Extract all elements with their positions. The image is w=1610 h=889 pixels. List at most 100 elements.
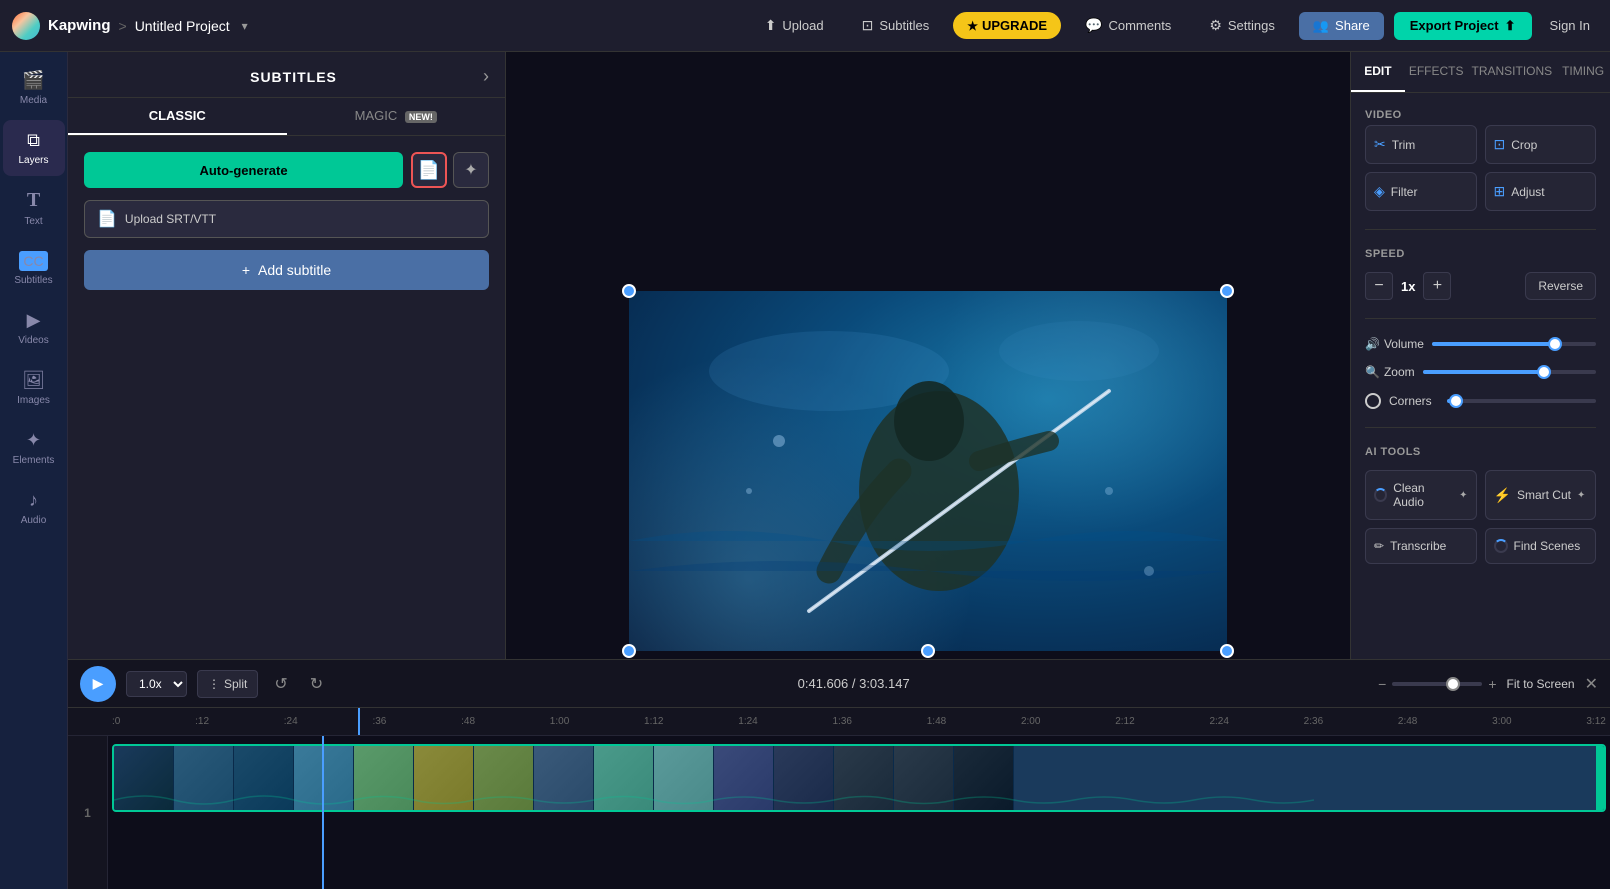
tab-classic[interactable]: CLASSIC xyxy=(68,98,287,135)
auto-generate-button[interactable]: Auto-generate xyxy=(84,152,403,188)
project-name[interactable]: Untitled Project xyxy=(135,18,230,34)
crop-button[interactable]: ⊡ Crop xyxy=(1485,125,1597,164)
sidebar-item-audio[interactable]: ♪ Audio xyxy=(3,480,65,536)
adjust-button[interactable]: ⊞ Adjust xyxy=(1485,172,1597,211)
filter-button[interactable]: ◈ Filter xyxy=(1365,172,1477,211)
divider-2 xyxy=(1365,318,1596,319)
zoom-in-icon[interactable]: + xyxy=(1488,676,1496,692)
volume-slider-thumb[interactable] xyxy=(1548,337,1562,351)
tab-edit[interactable]: EDIT xyxy=(1351,52,1405,92)
brand-name[interactable]: Kapwing xyxy=(48,17,111,34)
upload-btn-row: Auto-generate 📄 ✦ xyxy=(84,152,489,188)
ruler-mark-15: 3:00 xyxy=(1492,716,1511,727)
ruler-mark-9: 1:48 xyxy=(927,716,946,727)
divider-1 xyxy=(1365,229,1596,230)
add-subtitle-button[interactable]: + Add subtitle xyxy=(84,250,489,290)
close-timeline-button[interactable]: ✕ xyxy=(1585,674,1598,694)
track-end-handle[interactable] xyxy=(1596,746,1604,810)
zoom-out-icon[interactable]: − xyxy=(1378,676,1386,692)
zoom-slider-track[interactable] xyxy=(1423,370,1596,374)
sidebar-item-text[interactable]: T Text xyxy=(3,180,65,236)
volume-slider-track[interactable] xyxy=(1432,342,1596,346)
track-content xyxy=(108,736,1610,889)
export-button[interactable]: Export Project ⬆ xyxy=(1394,12,1532,40)
new-badge: NEW! xyxy=(405,111,437,123)
zoom-controls: − + xyxy=(1378,676,1496,692)
upload-srt-icon-button[interactable]: 📄 xyxy=(411,152,447,188)
video-preview xyxy=(629,291,1227,651)
time-display: 0:41.606 / 3:03.147 xyxy=(798,676,910,691)
comments-button[interactable]: 💬 Comments xyxy=(1071,11,1185,40)
handle-bottom-center[interactable] xyxy=(921,644,935,658)
video-track[interactable] xyxy=(112,744,1606,812)
right-tabs: EDIT EFFECTS TRANSITIONS TIMING xyxy=(1351,52,1610,93)
ruler-mark-14: 2:48 xyxy=(1398,716,1417,727)
sidebar-item-media[interactable]: 🎬 Media xyxy=(3,60,65,116)
panel-close-button[interactable]: › xyxy=(483,66,489,87)
timeline-zoom-thumb[interactable] xyxy=(1446,677,1460,691)
plus-icon: + xyxy=(242,262,250,278)
redo-button[interactable]: ↻ xyxy=(304,670,329,698)
ai-tools-row-1: Clean Audio ✦ ⚡ Smart Cut ✦ xyxy=(1365,470,1596,520)
video-section-title: VIDEO xyxy=(1365,109,1596,121)
handle-bottom-left[interactable] xyxy=(622,644,636,658)
handle-bottom-right[interactable] xyxy=(1220,644,1234,658)
playback-speed-select[interactable]: 1.0x 0.5x 1.5x 2.0x xyxy=(126,671,187,697)
fit-to-screen-button[interactable]: Fit to Screen xyxy=(1507,677,1575,691)
transcribe-button[interactable]: ✏ Transcribe xyxy=(1365,528,1477,564)
sidebar-item-videos[interactable]: ▶ Videos xyxy=(3,300,65,356)
sidebar-item-images[interactable]: 🖼 Images xyxy=(3,360,65,416)
share-icon: 👥 xyxy=(1313,18,1329,34)
corners-slider-thumb[interactable] xyxy=(1449,394,1463,408)
top-navigation: Kapwing > Untitled Project ▾ ⬆ Upload ⊡ … xyxy=(0,0,1610,52)
split-icon: ⋮ xyxy=(208,677,220,691)
clean-audio-button[interactable]: Clean Audio ✦ xyxy=(1365,470,1477,520)
zoom-slider-thumb[interactable] xyxy=(1537,365,1551,379)
handle-top-left[interactable] xyxy=(622,284,636,298)
speed-decrease-button[interactable]: − xyxy=(1365,272,1393,300)
ruler-mark-2: :24 xyxy=(284,716,298,727)
smart-cut-button[interactable]: ⚡ Smart Cut ✦ xyxy=(1485,470,1597,520)
trim-button[interactable]: ✂ Trim xyxy=(1365,125,1477,164)
signin-button[interactable]: Sign In xyxy=(1542,18,1598,33)
split-button[interactable]: ⋮ Split xyxy=(197,670,258,698)
elements-icon: ✦ xyxy=(26,430,41,451)
speed-increase-button[interactable]: + xyxy=(1423,272,1451,300)
timeline-zoom-slider[interactable] xyxy=(1392,682,1482,686)
video-canvas[interactable]: ↻ xyxy=(629,291,1227,651)
upload-srt-row: 📄 Upload SRT/VTT xyxy=(84,200,489,238)
tab-timing[interactable]: TIMING xyxy=(1556,52,1610,92)
ruler-mark-8: 1:36 xyxy=(833,716,852,727)
sidebar-item-subtitles[interactable]: CC Subtitles xyxy=(3,240,65,296)
adjust-icon: ⊞ xyxy=(1494,183,1506,200)
upgrade-button[interactable]: ★ UPGRADE xyxy=(953,12,1061,39)
sparkle-button[interactable]: ✦ xyxy=(453,152,489,188)
text-icon: T xyxy=(27,189,40,212)
find-scenes-button[interactable]: Find Scenes xyxy=(1485,528,1597,564)
settings-button[interactable]: ⚙ Settings xyxy=(1195,11,1289,40)
tab-effects[interactable]: EFFECTS xyxy=(1405,52,1468,92)
reverse-button[interactable]: Reverse xyxy=(1525,272,1596,300)
zoom-slider-fill xyxy=(1423,370,1544,374)
corners-slider-track[interactable] xyxy=(1447,399,1596,403)
play-button[interactable]: ▶ xyxy=(80,666,116,702)
ruler-mark-3: :36 xyxy=(372,716,386,727)
share-button[interactable]: 👥 Share xyxy=(1299,12,1384,40)
sidebar-item-layers[interactable]: ⧉ Layers xyxy=(3,120,65,176)
playhead-line[interactable] xyxy=(358,708,360,736)
tab-transitions[interactable]: TRANSITIONS xyxy=(1468,52,1557,92)
upload-button[interactable]: ⬆ Upload xyxy=(751,11,838,40)
speed-value: 1x xyxy=(1401,279,1415,294)
sidebar-item-elements[interactable]: ✦ Elements xyxy=(3,420,65,476)
handle-top-right[interactable] xyxy=(1220,284,1234,298)
ai-tools-title: AI TOOLS xyxy=(1365,446,1596,458)
tab-magic[interactable]: MAGIC NEW! xyxy=(287,98,506,135)
project-dropdown-icon[interactable]: ▾ xyxy=(242,19,248,33)
subtitles-button[interactable]: ⊡ Subtitles xyxy=(848,11,944,40)
undo-button[interactable]: ↺ xyxy=(268,670,293,698)
volume-slider-fill xyxy=(1432,342,1555,346)
corners-label: Corners xyxy=(1389,394,1439,408)
left-sidebar: 🎬 Media ⧉ Layers T Text CC Subtitles ▶ V… xyxy=(0,52,68,889)
play-icon: ▶ xyxy=(93,675,104,692)
corners-icon xyxy=(1365,393,1381,409)
